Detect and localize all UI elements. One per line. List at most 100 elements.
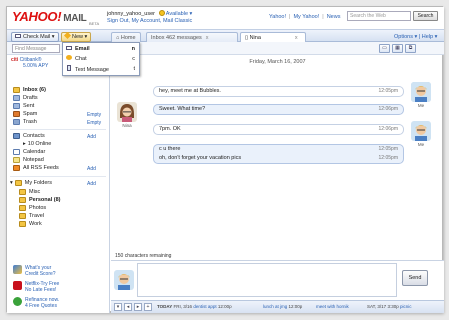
message-input[interactable] (137, 263, 397, 297)
menu-item-label: Email (75, 46, 90, 52)
avatar-me-compose (114, 270, 134, 290)
empty-spam-link[interactable]: Empty (87, 112, 101, 118)
mail-icon (15, 34, 21, 38)
event-date: SAT, 3/17 (367, 304, 387, 309)
new-label: New ▾ (72, 34, 88, 40)
sidebar: citi Citibank® 5.00% APY Inbox (6) Draft… (7, 55, 110, 313)
folder-misc[interactable]: Misc (19, 189, 40, 195)
promo-refinance[interactable]: Refinance now. 4 Free Quotes (13, 297, 59, 309)
calendar-event[interactable]: meet with hornik (316, 304, 349, 309)
shortcut-key: t (133, 66, 135, 72)
contacts-label: Contacts (23, 133, 45, 139)
promo-line2: Credit Score? (25, 271, 56, 277)
avatar-me[interactable] (411, 121, 431, 141)
sidebar-item-rss[interactable]: All RSS Feeds (13, 165, 59, 171)
netflix-icon (13, 281, 22, 290)
message-time: 12:06pm (378, 106, 398, 112)
inbox-icon (13, 87, 20, 93)
avatar-nina[interactable] (117, 102, 137, 122)
beta-label: BETA (89, 21, 100, 26)
empty-trash-link[interactable]: Empty (87, 120, 101, 126)
prev-icon[interactable]: ◂ (124, 303, 132, 311)
folder-personal[interactable]: Personal (8) (19, 197, 61, 203)
calendar-event[interactable]: lunch at jmg 12:00p (263, 304, 302, 309)
calendar-strip: ▾ ◂ ▸ + TODAY FRI, 3/16 dentist appt 12:… (111, 300, 444, 313)
folder-icon (14, 180, 22, 186)
sidebar-item-notepad[interactable]: Notepad (13, 157, 44, 163)
message-text: c u there (159, 146, 181, 152)
sidebar-item-sent[interactable]: Sent (13, 103, 34, 109)
menu-item-email[interactable]: Email n (65, 45, 137, 54)
search-button[interactable]: Search (413, 11, 438, 21)
account-links[interactable]: Sign Out, My Account, Mail Classic (107, 18, 192, 24)
status-dropdown[interactable]: Available ▾ (166, 11, 193, 17)
event-title: dentist appt (193, 304, 217, 309)
tab-inbox-label: Inbox 462 messages (151, 35, 202, 41)
promo-credit-score[interactable]: What's your Credit Score? (13, 265, 56, 277)
drafts-icon (13, 95, 20, 101)
sidebar-item-drafts[interactable]: Drafts (13, 95, 38, 101)
sidebar-item-inbox[interactable]: Inbox (6) (13, 87, 46, 93)
me-label: Me (417, 142, 425, 147)
popout-button[interactable]: ⧉ (405, 44, 416, 53)
menu-item-text-message[interactable]: Text Message t (65, 65, 137, 74)
promo-netflix[interactable]: Netflix-Try Free No Late Fees! (13, 281, 59, 293)
new-button[interactable]: New ▾ (61, 31, 92, 42)
add-folder-link[interactable]: Add (87, 181, 96, 187)
message-time: 12:06pm (378, 126, 398, 132)
sidebar-item-calendar[interactable]: Calendar (13, 149, 45, 155)
my-folders-header[interactable]: ▾ My Folders (10, 180, 52, 186)
ad-line2: 5.00% APY (23, 63, 49, 69)
web-search-input[interactable]: Search the Web (347, 11, 411, 21)
find-message-input[interactable]: Find Message (12, 44, 60, 53)
compose-area: Send (111, 260, 444, 300)
top-link-yahoo[interactable]: Yahoo! (269, 14, 286, 20)
folder-work[interactable]: Work (19, 221, 42, 227)
top-link-news[interactable]: News (327, 14, 341, 20)
tab-bar: Check Mail ▾ New ▾ ⌂ Home Inbox 462 mess… (7, 29, 444, 44)
today-label: TODAY (157, 304, 173, 309)
chat-bubble-icon (66, 55, 72, 60)
add-contact-link[interactable]: Add (87, 134, 96, 140)
sidebar-item-contacts[interactable]: Contacts (13, 133, 45, 139)
email-icon (66, 46, 72, 50)
close-icon[interactable]: x (206, 35, 209, 41)
rss-label: All RSS Feeds (23, 165, 59, 171)
message-text: Sweet. What time? (159, 106, 206, 112)
add-rss-link[interactable]: Add (87, 166, 96, 172)
sidebar-item-spam[interactable]: Spam (13, 111, 37, 117)
contact-card-button[interactable]: ▦ (392, 44, 403, 53)
emoticon-button[interactable]: ▭ (379, 44, 390, 53)
folder-travel[interactable]: Travel (19, 213, 44, 219)
avatar-me[interactable] (411, 82, 431, 102)
calendar-event[interactable]: TODAY FRI, 3/16 dentist appt 12:00p (157, 304, 232, 309)
promo-line2: No Late Fees! (25, 287, 57, 293)
top-links: Yahoo! | My Yahoo! | News (269, 14, 341, 20)
citi-logo: citi (11, 57, 19, 63)
expand-arrow-icon: ▸ (23, 141, 26, 147)
promo-line2: 4 Free Quotes (25, 303, 57, 309)
event-time: 12:00p (288, 304, 303, 309)
first-icon[interactable]: ▾ (114, 303, 122, 311)
header: YAHOO! MAIL BETA johnny_yahoo_user Availa… (7, 7, 444, 29)
menu-item-label: Chat (75, 56, 87, 62)
yahoo-mail-logo[interactable]: YAHOO! MAIL (12, 9, 87, 24)
message-time: 12:05pm (378, 155, 398, 161)
event-time: 12:00p (217, 304, 232, 309)
calendar-event[interactable]: SAT, 3/17 3:30p picnic (367, 304, 412, 309)
folder-photos[interactable]: Photos (19, 205, 46, 211)
options-help-menu[interactable]: Options ▾ | Help ▾ (394, 34, 437, 40)
send-button[interactable]: Send (402, 270, 428, 286)
divider (10, 129, 106, 130)
close-icon[interactable]: x (295, 35, 298, 41)
online-contacts[interactable]: ▸ 10 Online (23, 141, 51, 147)
username: johnny_yahoo_user (107, 11, 156, 17)
next-icon[interactable]: ▸ (134, 303, 142, 311)
add-event-icon[interactable]: + (144, 303, 152, 311)
check-mail-button[interactable]: Check Mail ▾ (11, 32, 59, 42)
sidebar-item-trash[interactable]: Trash (13, 119, 37, 125)
menu-item-chat[interactable]: Chat c (65, 55, 137, 64)
sidebar-ad[interactable]: citi Citibank® 5.00% APY (11, 57, 48, 69)
top-link-my-yahoo[interactable]: My Yahoo! (293, 14, 319, 20)
message-time: 12:05pm (378, 146, 398, 152)
